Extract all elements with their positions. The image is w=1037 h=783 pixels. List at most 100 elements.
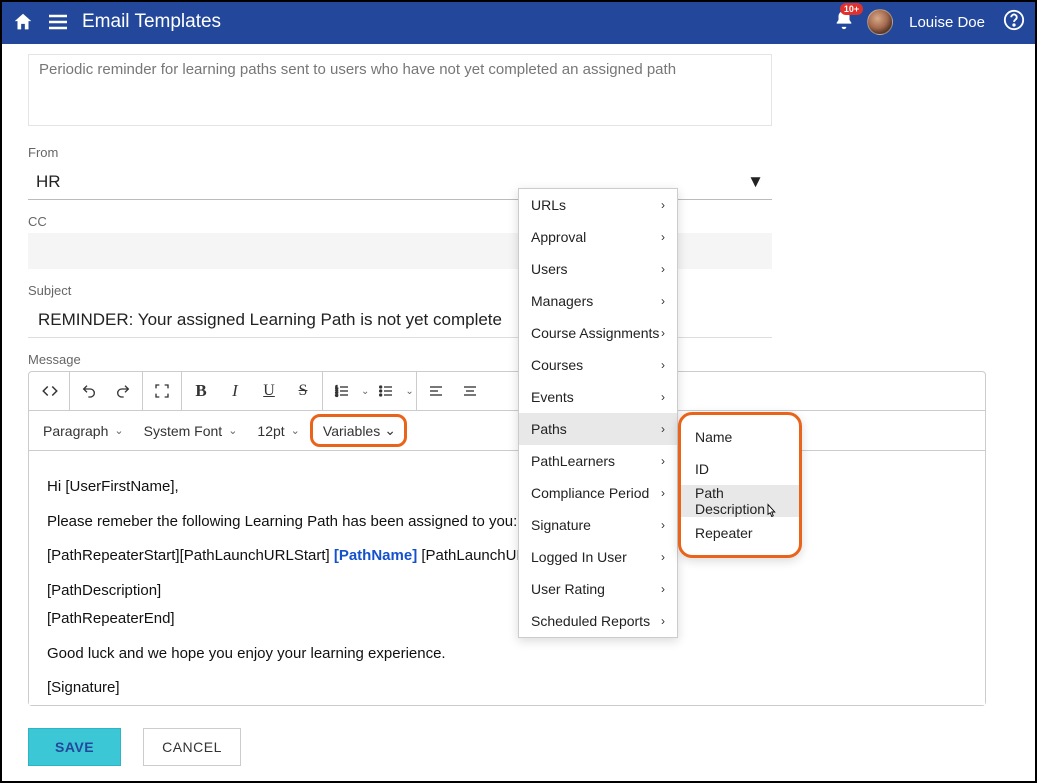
variables-menu-item[interactable]: URLs › — [519, 189, 677, 221]
description-textarea[interactable]: Periodic reminder for learning paths sen… — [28, 54, 772, 126]
chevron-right-icon: › — [661, 198, 665, 212]
chevron-down-icon: ⌄ — [114, 424, 123, 437]
underline-button[interactable]: U — [252, 375, 286, 407]
variables-menu-item[interactable]: Scheduled Reports › — [519, 605, 677, 637]
fullscreen-button[interactable] — [145, 375, 179, 407]
font-size-select[interactable]: 12pt ⌄ — [247, 411, 309, 450]
variables-menu-item[interactable]: Paths › — [519, 413, 677, 445]
cancel-button[interactable]: CANCEL — [143, 728, 241, 766]
body-line: [PathRepeaterEnd] — [47, 605, 967, 634]
bullet-list-button[interactable] — [369, 375, 403, 407]
avatar[interactable] — [867, 9, 893, 35]
menu-item-label: Paths — [531, 421, 567, 437]
menu-item-label: PathLearners — [531, 453, 615, 469]
chevron-right-icon: › — [661, 230, 665, 244]
align-left-button[interactable] — [419, 375, 453, 407]
chevron-right-icon: › — [661, 582, 665, 596]
chevron-right-icon: › — [661, 390, 665, 404]
menu-item-label: Courses — [531, 357, 583, 373]
button-row: SAVE CANCEL — [28, 728, 1009, 766]
variables-menu-item[interactable]: Compliance Period› — [519, 477, 677, 509]
bullet-list-caret[interactable]: ⌄ — [405, 386, 413, 397]
variables-menu-item[interactable]: Events › — [519, 381, 677, 413]
page-title: Email Templates — [82, 11, 221, 33]
home-icon[interactable] — [12, 11, 34, 33]
chevron-right-icon: › — [661, 358, 665, 372]
variables-menu-item[interactable]: Users› — [519, 253, 677, 285]
body-line: [Signature] — [47, 674, 967, 703]
menu-item-label: Course Assignments — [531, 325, 659, 341]
editor-toolbar-1: B I U S 123 ⌄ ⌄ — [29, 372, 985, 411]
bold-button[interactable]: B — [184, 375, 218, 407]
menu-item-label: Managers — [531, 293, 593, 309]
variables-menu-item[interactable]: Managers › — [519, 285, 677, 317]
variables-menu-item[interactable]: Signature › — [519, 509, 677, 541]
variables-menu-item[interactable]: Course Assignments› — [519, 317, 677, 349]
menu-item-label: URLs — [531, 197, 566, 213]
font-size-value: 12pt — [257, 423, 284, 439]
body-line: Good luck and we hope you enjoy your lea… — [47, 640, 967, 669]
numbered-list-button[interactable]: 123 — [325, 375, 359, 407]
undo-button[interactable] — [72, 375, 106, 407]
from-label: From — [28, 145, 1009, 160]
italic-button[interactable]: I — [218, 375, 252, 407]
variables-submenu-item[interactable]: ID — [681, 453, 799, 485]
submenu-item-label: Repeater — [695, 525, 753, 541]
font-family-value: System Font — [144, 423, 223, 439]
chevron-right-icon: › — [661, 550, 665, 564]
editor-body[interactable]: Hi [UserFirstName], Please remeber the f… — [29, 451, 985, 705]
chevron-right-icon: › — [661, 518, 665, 532]
menu-item-label: Scheduled Reports — [531, 613, 650, 629]
strikethrough-button[interactable]: S — [286, 375, 320, 407]
block-format-value: Paragraph — [43, 423, 108, 439]
align-center-button[interactable] — [453, 375, 487, 407]
body-line: Please remeber the following Learning Pa… — [47, 508, 967, 537]
variables-label: Variables — [323, 423, 380, 439]
variables-submenu-paths[interactable]: Name ID Path Description Repeater — [678, 412, 802, 558]
chevron-down-icon: ⌄ — [384, 422, 396, 439]
chevron-down-icon: ⌄ — [228, 424, 237, 437]
submenu-item-label: Name — [695, 429, 732, 445]
body-line: [PathDescription] — [47, 577, 967, 606]
numbered-list-caret[interactable]: ⌄ — [361, 386, 369, 397]
chevron-right-icon: › — [661, 326, 665, 340]
save-button[interactable]: SAVE — [28, 728, 121, 766]
variables-dropdown-button[interactable]: Variables ⌄ — [310, 414, 407, 447]
chevron-down-icon: ⌄ — [291, 424, 300, 437]
chevron-right-icon: › — [661, 294, 665, 308]
caret-down-icon: ▼ — [747, 172, 764, 192]
block-format-select[interactable]: Paragraph ⌄ — [33, 411, 134, 450]
variables-menu[interactable]: URLs›Approval›Users›Managers›Course Assi… — [518, 188, 678, 638]
menu-item-label: Signature — [531, 517, 591, 533]
help-icon[interactable] — [1003, 9, 1025, 36]
font-family-select[interactable]: System Font ⌄ — [134, 411, 248, 450]
chevron-right-icon: › — [661, 454, 665, 468]
submenu-item-label: Path Description — [695, 485, 785, 517]
variables-menu-item[interactable]: Logged In User › — [519, 541, 677, 573]
variables-menu-item[interactable]: User Rating › — [519, 573, 677, 605]
menu-item-label: Logged In User — [531, 549, 627, 565]
menu-item-label: User Rating — [531, 581, 605, 597]
menu-item-label: Approval — [531, 229, 586, 245]
variables-menu-item[interactable]: Courses › — [519, 349, 677, 381]
redo-button[interactable] — [106, 375, 140, 407]
from-value: HR — [36, 172, 61, 192]
variables-menu-item[interactable]: PathLearners › — [519, 445, 677, 477]
variables-submenu-item[interactable]: Name — [681, 421, 799, 453]
topbar: Email Templates 10+ Louise Doe — [0, 0, 1037, 44]
chevron-right-icon: › — [661, 262, 665, 276]
body-line: Hi [UserFirstName], — [47, 473, 967, 502]
notifications-button[interactable]: 10+ — [833, 9, 855, 36]
source-code-button[interactable] — [33, 375, 67, 407]
variables-menu-item[interactable]: Approval › — [519, 221, 677, 253]
chevron-right-icon: › — [661, 614, 665, 628]
variables-submenu-item[interactable]: Path Description — [681, 485, 799, 517]
chevron-right-icon: › — [661, 486, 665, 500]
username-label: Louise Doe — [909, 14, 985, 31]
submenu-item-label: ID — [695, 461, 709, 477]
body-line: [PathRepeaterStart][PathLaunchURLStart] … — [47, 542, 967, 571]
menu-item-label: Events — [531, 389, 574, 405]
variables-submenu-item[interactable]: Repeater — [681, 517, 799, 549]
hamburger-icon[interactable] — [46, 10, 70, 34]
chevron-right-icon: › — [661, 422, 665, 436]
